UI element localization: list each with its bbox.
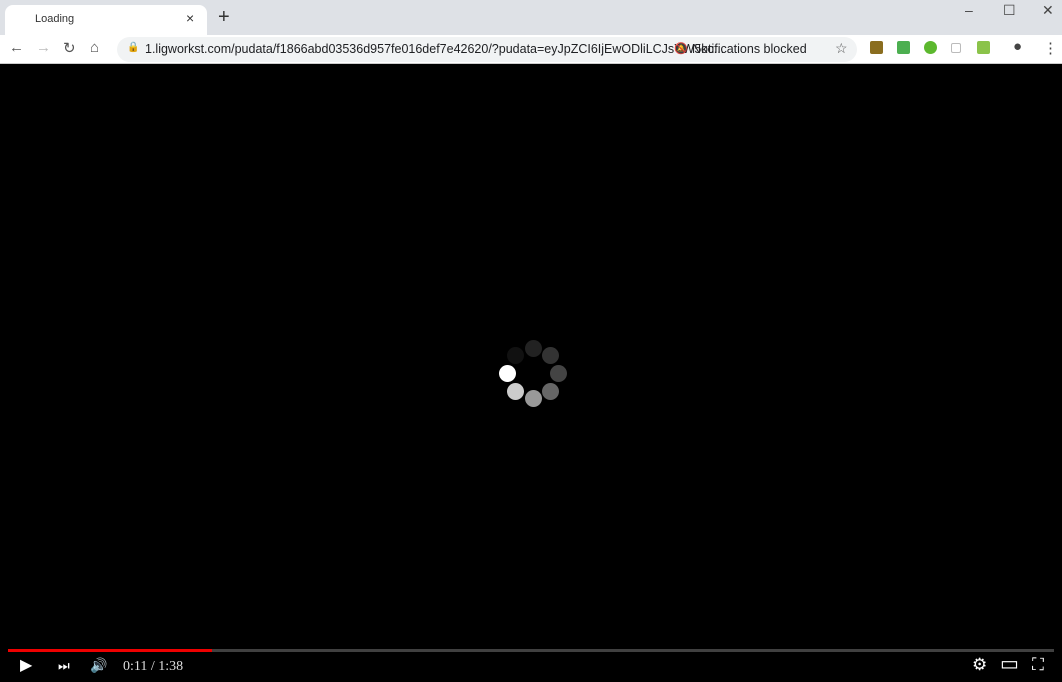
- fullscreen-button[interactable]: ⛶: [1032, 655, 1044, 675]
- browser-toolbar: ← → ↻ ⌂ 🔒 1.ligworkst.com/pudata/f1866ab…: [0, 35, 1062, 64]
- back-icon[interactable]: ←: [9, 39, 24, 56]
- spinner-dot: [525, 390, 542, 407]
- profile-icon[interactable]: ●: [1013, 38, 1022, 55]
- theater-mode-button[interactable]: ▭: [1000, 651, 1019, 676]
- menu-icon[interactable]: ⋮: [1043, 39, 1058, 57]
- notifications-blocked[interactable]: 🔕 Notifications blocked: [674, 42, 807, 56]
- close-window-button[interactable]: ✕: [1042, 2, 1054, 19]
- time-display: 0:11 / 1:38: [123, 659, 184, 674]
- green-circle-extension-icon[interactable]: [924, 41, 937, 54]
- reload-icon[interactable]: ↻: [63, 39, 76, 57]
- home-icon[interactable]: ⌂: [90, 39, 99, 56]
- spinner-dot: [507, 347, 524, 364]
- spinner-dot: [525, 340, 542, 357]
- progress-bar[interactable]: [8, 649, 1054, 652]
- progress-fill: [8, 649, 212, 652]
- address-bar[interactable]: 🔒 1.ligworkst.com/pudata/f1866abd03536d9…: [117, 37, 857, 62]
- maximize-button[interactable]: ☐: [1003, 2, 1016, 19]
- tab-bar: Loading × + – ☐ ✕: [0, 0, 1062, 35]
- minimize-button[interactable]: –: [965, 2, 973, 18]
- play-button[interactable]: ▶: [20, 655, 32, 675]
- forward-icon[interactable]: →: [36, 39, 51, 56]
- new-tab-button[interactable]: +: [218, 6, 230, 29]
- volume-button[interactable]: 🔊: [90, 657, 107, 674]
- lock-icon: 🔒: [127, 42, 140, 53]
- video-player[interactable]: ▶ ⏭ 🔊 0:11 / 1:38 ⚙ ▭ ⛶: [0, 64, 1062, 682]
- robot-extension-icon[interactable]: [951, 43, 961, 53]
- bookmark-star-icon[interactable]: ☆: [835, 40, 848, 57]
- spinner-dot: [542, 383, 559, 400]
- spinner-dot: [542, 347, 559, 364]
- settings-button[interactable]: ⚙: [972, 655, 987, 675]
- spinner-dot: [507, 383, 524, 400]
- tab-close-icon[interactable]: ×: [186, 10, 194, 26]
- url-text[interactable]: 1.ligworkst.com/pudata/f1866abd03536d957…: [145, 42, 724, 56]
- notifications-label: Notifications blocked: [692, 42, 807, 56]
- yellow-extension-icon[interactable]: [977, 41, 990, 54]
- bell-off-icon: 🔕: [674, 43, 688, 55]
- next-button[interactable]: ⏭: [58, 658, 70, 674]
- tab-title: Loading: [35, 13, 75, 25]
- spinner-dot: [550, 365, 567, 382]
- spinner-dot: [499, 365, 516, 382]
- green-extension-icon[interactable]: [897, 41, 910, 54]
- cc-extension-icon[interactable]: [870, 41, 883, 54]
- tab-loading[interactable]: Loading ×: [5, 5, 207, 35]
